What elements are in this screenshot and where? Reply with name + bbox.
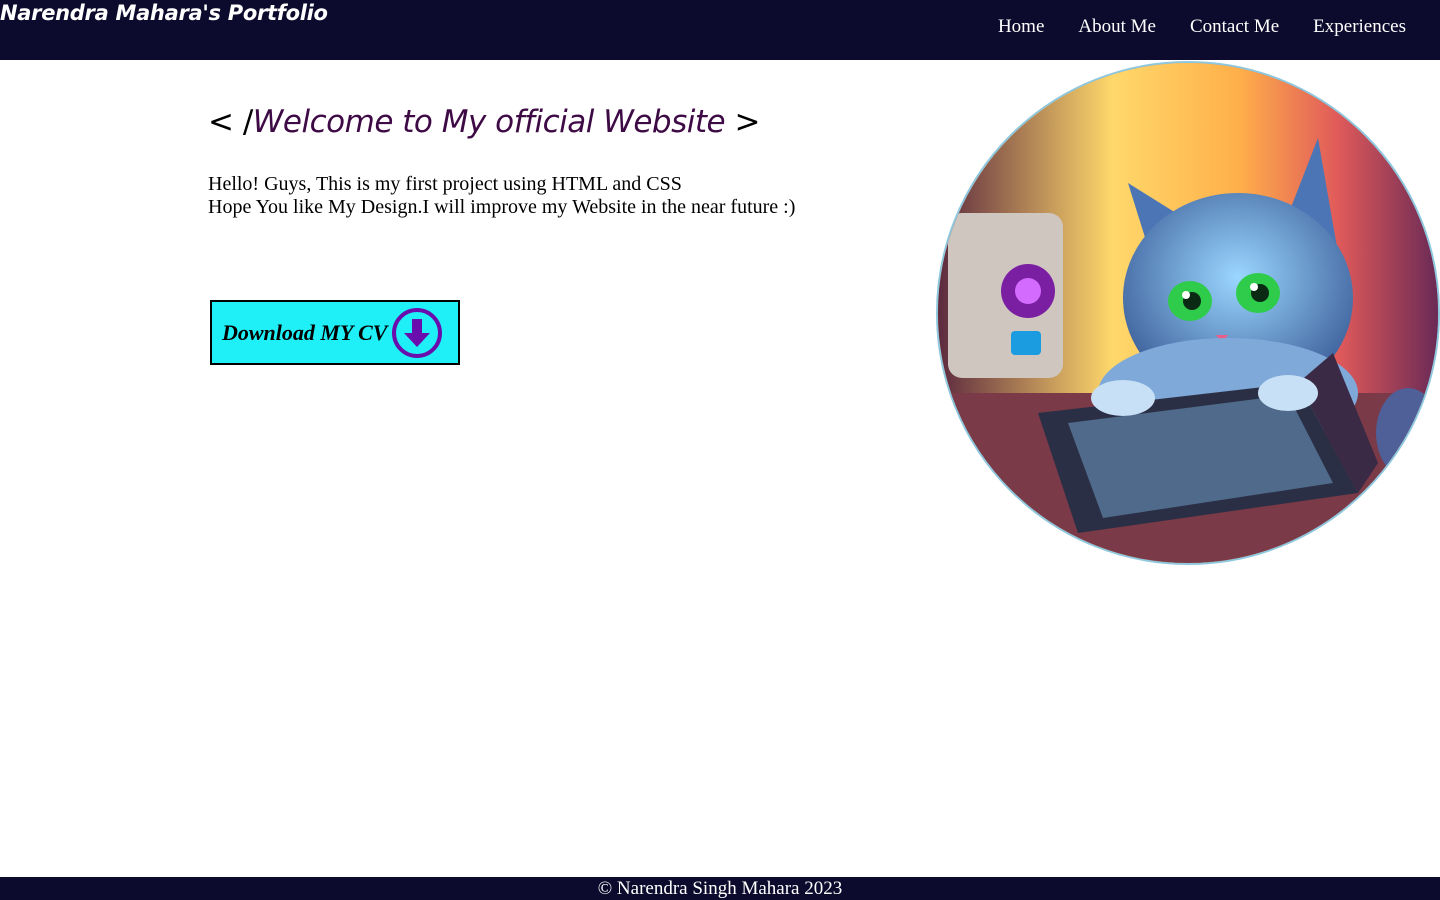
navbar: Narendra Mahara's Portfolio Home About M… <box>0 0 1440 60</box>
nav-about-link[interactable]: About Me <box>1078 16 1156 38</box>
site-footer: © Narendra Singh Mahara 2023 <box>0 877 1440 900</box>
intro-line-1: Hello! Guys, This is my first project us… <box>208 173 682 195</box>
nav-links: Home About Me Contact Me Experiences <box>998 16 1406 38</box>
kitten-laptop-illustration <box>938 63 1438 563</box>
nav-contact-link[interactable]: Contact Me <box>1190 16 1279 38</box>
nav-experiences-link[interactable]: Experiences <box>1313 16 1406 38</box>
profile-avatar-image <box>936 61 1440 565</box>
site-brand[interactable]: Narendra Mahara's Portfolio <box>0 1 328 25</box>
headline-title: Welcome to My official Website <box>252 104 726 140</box>
headline-close-bracket: > <box>725 104 760 140</box>
download-cv-label: Download MY CV <box>222 319 388 345</box>
download-circle-icon <box>391 307 443 359</box>
intro-text: Hello! Guys, This is my first project us… <box>208 173 795 219</box>
hero-headline: < /Welcome to My official Website > <box>208 104 760 140</box>
headline-open-bracket: < / <box>208 104 253 140</box>
intro-line-2: Hope You like My Design.I will improve m… <box>208 196 796 218</box>
download-cv-button[interactable]: Download MY CV <box>210 300 460 365</box>
nav-home-link[interactable]: Home <box>998 16 1044 38</box>
